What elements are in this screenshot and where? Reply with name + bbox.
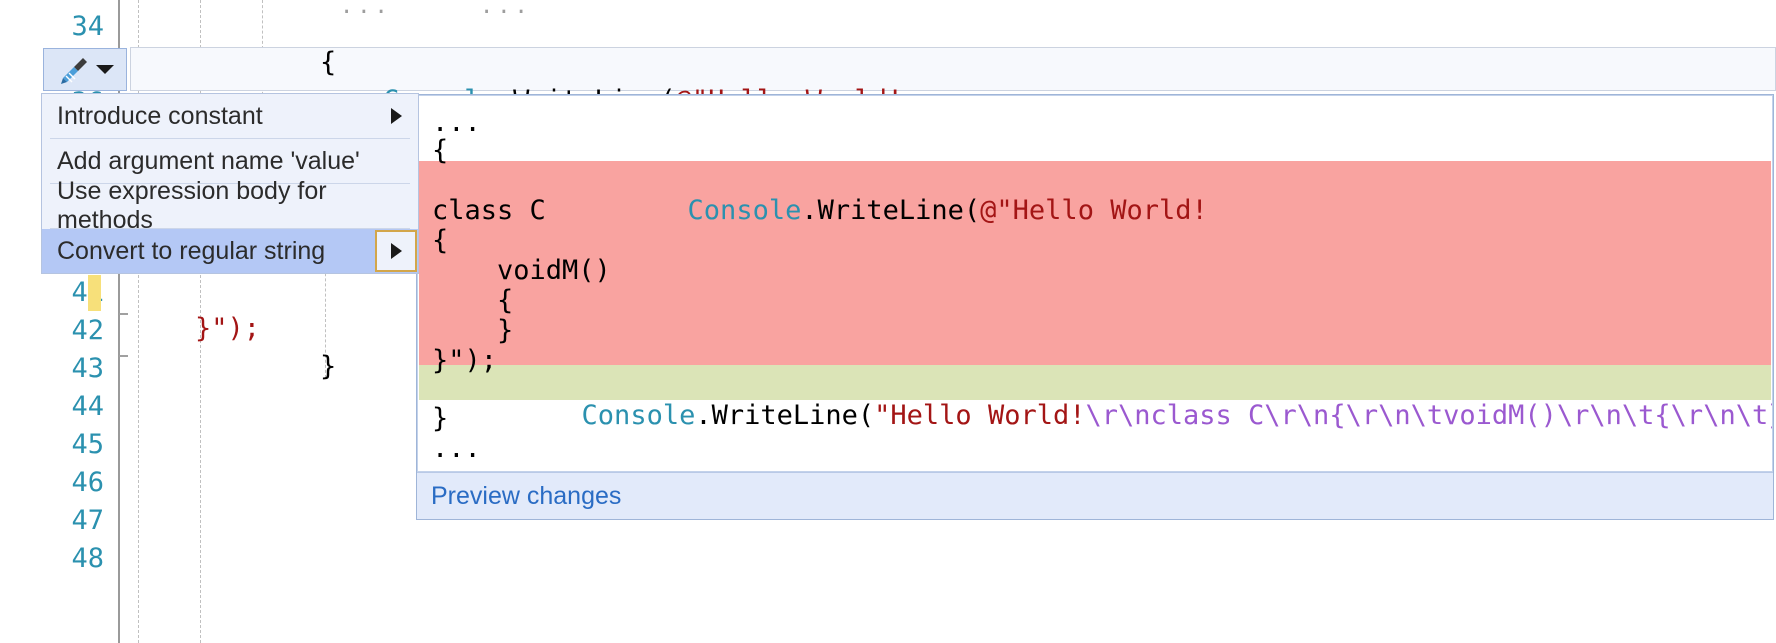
line-number: 47 (14, 502, 104, 540)
line-number: 44 (14, 388, 104, 426)
line-number: 45 (14, 426, 104, 464)
line-number: 48 (14, 540, 104, 578)
preview-line-removed: { (432, 226, 448, 256)
code-token: } (320, 351, 336, 382)
menu-item-label: Add argument name 'value' (57, 147, 360, 176)
preview-line-removed: class C (432, 196, 546, 226)
outline-end-tick (119, 355, 128, 357)
preview-line-removed: } (432, 316, 513, 346)
preview-line-removed: { (432, 286, 513, 316)
menu-item-convert-to-regular-string[interactable]: Convert to regular string (42, 229, 418, 273)
chevron-right-icon (391, 108, 402, 124)
menu-item-introduce-constant[interactable]: Introduce constant (42, 94, 418, 138)
preview-footer: Preview changes (417, 472, 1773, 519)
code-line-42: } (255, 310, 336, 424)
outline-end-tick (119, 313, 128, 315)
preview-diff-view: ... { Console.WriteLine(@"Hello World! c… (417, 95, 1773, 472)
code-token-member: .WriteLine( (695, 400, 874, 431)
line-number: 42 (14, 312, 104, 350)
collapsed-region-dots-left: ... (340, 2, 392, 12)
code-token-string-open: "Hello World! (874, 400, 1085, 431)
preview-line-context: } (432, 404, 448, 434)
preview-line-removed: voidM() (432, 256, 611, 286)
preview-line-removed: Console.WriteLine(@"Hello World! (590, 166, 1208, 256)
chevron-down-icon (96, 65, 114, 74)
screwdriver-icon (56, 55, 90, 85)
code-token: }"); (195, 313, 260, 344)
preview-line-context: ... (432, 108, 481, 138)
menu-item-use-expression-body[interactable]: Use expression body for methods (42, 184, 418, 228)
menu-item-label: Use expression body for methods (57, 177, 418, 235)
code-line-41: }"); (130, 272, 260, 386)
collapsed-region-dots-right: ... (480, 2, 532, 12)
menu-item-label: Convert to regular string (57, 237, 325, 266)
code-token-escapes: \r\nclass C\r\n{\r\n\tvoidM()\r\n\t{\r\n… (1085, 400, 1773, 431)
change-indicator-bar (88, 275, 101, 311)
preview-changes-link[interactable]: Preview changes (431, 482, 621, 511)
line-number: 46 (14, 464, 104, 502)
submenu-expand-button[interactable] (375, 230, 417, 272)
quick-actions-button[interactable] (43, 48, 127, 91)
quick-actions-menu[interactable]: Introduce constant Add argument name 'va… (41, 93, 419, 274)
chevron-right-icon (391, 243, 402, 259)
line-number: 43 (14, 350, 104, 388)
code-token-type: Console (688, 195, 802, 226)
preview-line-context: ... (432, 434, 481, 464)
code-token-member: .WriteLine( (801, 195, 980, 226)
preview-line-added: Console.WriteLine("Hello World!\r\nclass… (484, 371, 1773, 461)
menu-item-label: Introduce constant (57, 102, 263, 131)
code-token-string: @"Hello World! (980, 195, 1208, 226)
line-number: 34 (14, 8, 104, 46)
code-token-type: Console (582, 400, 696, 431)
quick-actions-preview-popup: ... { Console.WriteLine(@"Hello World! c… (416, 94, 1774, 520)
preview-line-context: { (432, 136, 448, 166)
